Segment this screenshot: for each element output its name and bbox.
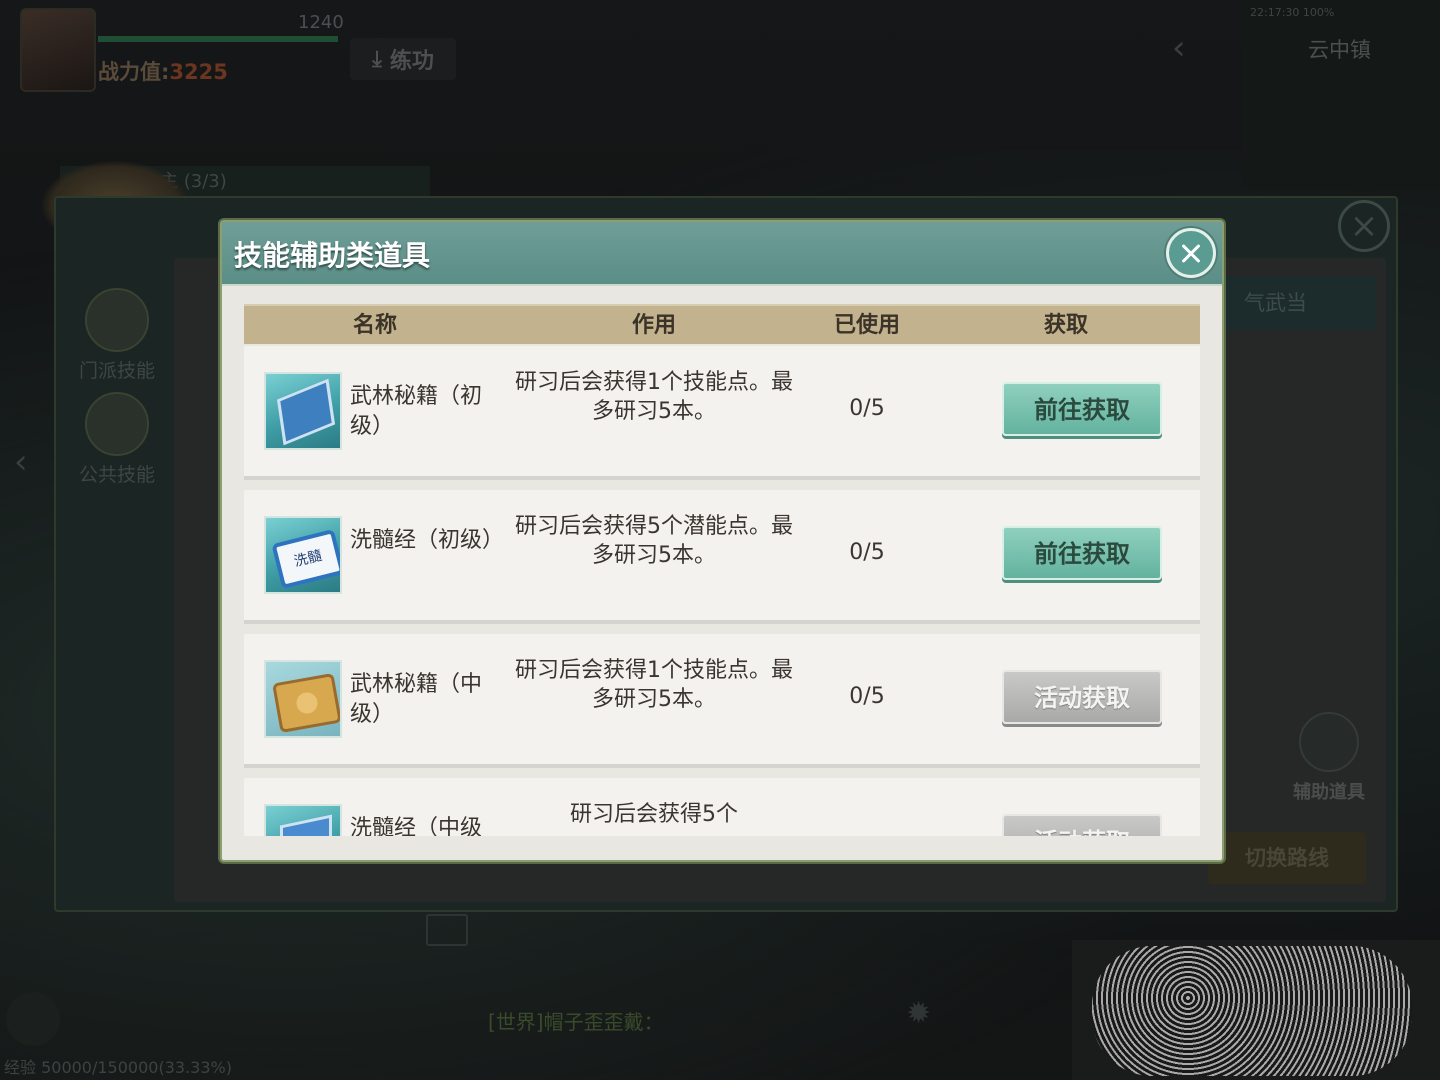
table-row: 洗髓经（初级） 研习后会获得5个潜能点。最多研习5本。 0/5 前往获取 bbox=[244, 490, 1200, 624]
table-row: 洗髓经（中级 研习后会获得5个 活动获取 bbox=[244, 778, 1200, 836]
column-header-name: 名称 bbox=[352, 313, 397, 338]
player-level: 1240 bbox=[298, 12, 344, 33]
sect-tab[interactable]: 气武当 bbox=[1220, 276, 1376, 330]
switch-route-button[interactable]: 切换路线 bbox=[1208, 832, 1366, 884]
combat-power-label: 战力值: bbox=[98, 60, 170, 84]
status-bar-text: 22:17:30 100% bbox=[1250, 6, 1335, 19]
tab-sect-skill[interactable]: 门派技能 bbox=[72, 288, 162, 383]
gold-scroll-icon[interactable] bbox=[264, 660, 342, 738]
item-used-count: 0/5 bbox=[849, 684, 885, 709]
event-obtain-button[interactable]: 活动获取 bbox=[1002, 670, 1162, 724]
experience-text: 经验 50000/150000(33.33%) bbox=[4, 1058, 232, 1077]
mail-icon[interactable] bbox=[426, 914, 468, 946]
item-effect: 研习后会获得1个技能点。最多研习5本。 bbox=[515, 658, 793, 712]
train-label: 练功 bbox=[389, 49, 434, 74]
column-header-used: 已使用 bbox=[833, 313, 900, 338]
marrow-book-icon[interactable] bbox=[264, 804, 342, 836]
item-effect: 研习后会获得5个潜能点。最多研习5本。 bbox=[515, 514, 793, 568]
location-name: 云中镇 bbox=[1308, 38, 1371, 62]
item-name: 洗髓经（初级） bbox=[350, 528, 505, 553]
item-name: 武林秘籍（中级） bbox=[350, 672, 483, 727]
combat-power-value: 3225 bbox=[169, 60, 228, 84]
scroll-icon bbox=[1299, 712, 1359, 772]
blurred-overlay bbox=[1072, 940, 1440, 1080]
item-used-count: 0/5 bbox=[849, 396, 885, 421]
tab-public-skill-label: 公共技能 bbox=[78, 464, 155, 486]
back-arrow-icon[interactable]: ‹ bbox=[1172, 28, 1186, 68]
train-icon: ⤓ bbox=[372, 46, 382, 72]
skill-panel-close-icon[interactable]: × bbox=[1338, 200, 1390, 252]
item-list[interactable]: 武林秘籍（初级） 研习后会获得1个技能点。最多研习5本。 0/5 前往获取 洗髓… bbox=[244, 346, 1200, 836]
close-icon[interactable] bbox=[1166, 228, 1216, 278]
chat-message[interactable]: [世界]帽子歪歪戴： bbox=[488, 1006, 664, 1035]
item-effect: 研习后会获得1个技能点。最多研习5本。 bbox=[515, 370, 793, 424]
dialog-header: 技能辅助类道具 bbox=[222, 222, 1222, 286]
hp-bar bbox=[98, 36, 338, 42]
skill-aux-items-dialog: 技能辅助类道具 名称 作用 已使用 获取 武林秘籍（初级） 研习后会获得1个技能… bbox=[220, 220, 1224, 862]
go-obtain-button[interactable]: 前往获取 bbox=[1002, 382, 1162, 436]
item-effect: 研习后会获得5个 bbox=[570, 802, 738, 827]
player-avatar[interactable] bbox=[20, 8, 96, 92]
swirl-icon bbox=[85, 392, 149, 456]
aux-items-button[interactable]: 辅助道具 bbox=[1284, 712, 1374, 804]
meditate-icon[interactable] bbox=[6, 992, 60, 1046]
column-header-get: 获取 bbox=[1043, 313, 1088, 338]
martial-manual-book-icon[interactable] bbox=[264, 372, 342, 450]
left-arrow-icon[interactable]: ‹ bbox=[14, 442, 28, 482]
minimap[interactable] bbox=[1242, 0, 1440, 190]
dialog-title: 技能辅助类道具 bbox=[234, 239, 431, 272]
book-icon bbox=[85, 288, 149, 352]
column-header-effect: 作用 bbox=[631, 313, 676, 338]
item-name: 洗髓经（中级 bbox=[350, 816, 483, 836]
event-obtain-button[interactable]: 活动获取 bbox=[1002, 814, 1162, 836]
tab-public-skill[interactable]: 公共技能 bbox=[72, 392, 162, 487]
table-header: 名称 作用 已使用 获取 bbox=[244, 304, 1200, 344]
item-name: 武林秘籍（初级） bbox=[350, 384, 483, 439]
item-used-count: 0/5 bbox=[849, 540, 885, 565]
combat-power: 战力值:3225 bbox=[98, 56, 228, 86]
go-obtain-button[interactable]: 前往获取 bbox=[1002, 526, 1162, 580]
aux-items-label: 辅助道具 bbox=[1293, 782, 1365, 803]
tab-sect-skill-label: 门派技能 bbox=[78, 360, 155, 382]
marrow-scroll-icon[interactable] bbox=[264, 516, 342, 594]
table-row: 武林秘籍（中级） 研习后会获得1个技能点。最多研习5本。 0/5 活动获取 bbox=[244, 634, 1200, 768]
table-row: 武林秘籍（初级） 研习后会获得1个技能点。最多研习5本。 0/5 前往获取 bbox=[244, 346, 1200, 480]
gear-icon[interactable]: ✹ bbox=[906, 996, 931, 1031]
train-button[interactable]: ⤓ 练功 bbox=[350, 38, 456, 80]
